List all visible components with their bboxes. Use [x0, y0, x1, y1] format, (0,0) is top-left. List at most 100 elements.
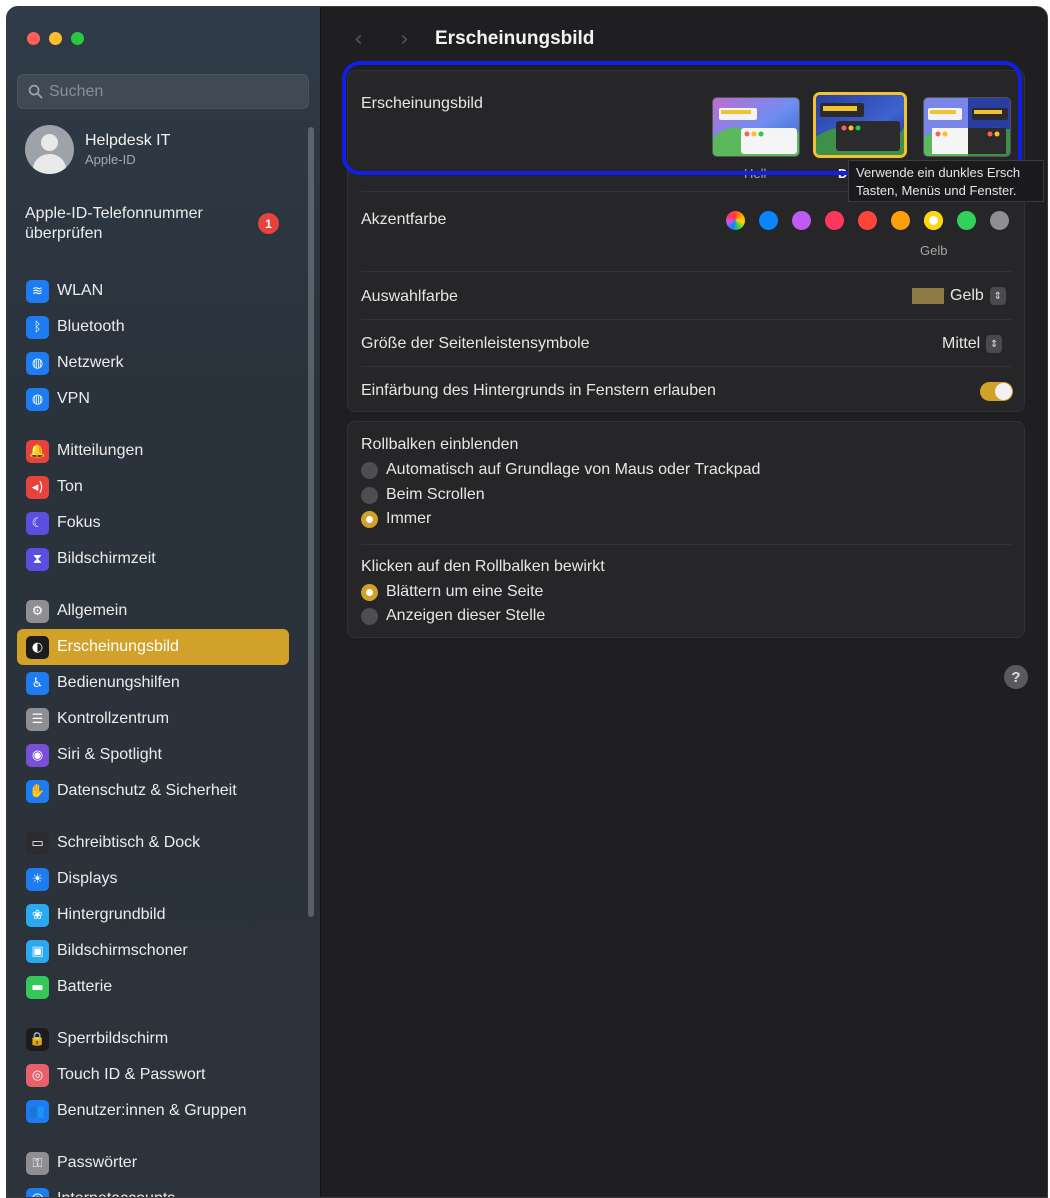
radio-selected-icon: [361, 583, 378, 601]
sidebar-item-label: WLAN: [57, 282, 104, 299]
help-button[interactable]: ?: [1004, 665, 1028, 689]
search-field[interactable]: [17, 74, 309, 109]
sidebar-item-allgemein[interactable]: ⚙ Allgemein: [17, 593, 289, 629]
appearance-dark-option[interactable]: [813, 92, 907, 158]
sidebar-item-hintergrundbild[interactable]: ❀ Hintergrundbild: [17, 897, 289, 933]
sidebar-item-label: Ton: [57, 478, 83, 495]
sidebar-item-displays[interactable]: ☀ Displays: [17, 861, 289, 897]
notice-line-2: überprüfen: [25, 225, 103, 242]
bell-icon: 🔔: [26, 439, 49, 463]
sidebar-icon-size-popup[interactable]: Mittel ⇕: [942, 335, 1003, 353]
wallpaper-tinting-toggle[interactable]: [980, 382, 1013, 401]
auto-preview-icon: [924, 98, 1010, 156]
sidebar-item-batterie[interactable]: ▬ Batterie: [17, 969, 289, 1005]
sidebar-item-label: Internetaccounts: [57, 1190, 175, 1197]
sidebar-item-internetaccounts[interactable]: @ Internetaccounts: [17, 1181, 289, 1197]
sidebar-item-passwörter[interactable]: ⚿ Passwörter: [17, 1145, 289, 1181]
close-window-button[interactable]: [27, 32, 40, 45]
accent-color-swatch[interactable]: [792, 211, 811, 230]
sidebar-item-bluetooth[interactable]: ᛒ Bluetooth: [17, 309, 289, 345]
sidebar-item-label: VPN: [57, 390, 90, 407]
accent-color-selected-label: Gelb: [920, 243, 948, 258]
sidebar-item-netzwerk[interactable]: ◍ Netzwerk: [17, 345, 289, 381]
sidebar-item-sperrbildschirm[interactable]: 🔒 Sperrbildschirm: [17, 1021, 289, 1057]
popup-chevron-icon: ⇕: [986, 335, 1003, 353]
sidebar-item-siri-spotlight[interactable]: ◉ Siri & Spotlight: [17, 737, 289, 773]
jump-next-page-radio[interactable]: Blättern um eine Seite: [361, 583, 543, 601]
dock-icon: ▭: [26, 831, 49, 855]
sidebar-item-label: Sperrbildschirm: [57, 1030, 169, 1047]
forward-chevron-icon[interactable]: ›: [400, 27, 409, 52]
zoom-window-button[interactable]: [71, 32, 84, 45]
wifi-icon: ≋: [26, 279, 49, 303]
appearance-light-label: Hell: [744, 166, 767, 181]
sidebar-item-label: Fokus: [57, 514, 101, 531]
avatar: [25, 125, 74, 174]
search-icon: [28, 84, 43, 99]
sidebar-item-bedienungshilfen[interactable]: ♿ Bedienungshilfen: [17, 665, 289, 701]
sidebar-item-schreibtisch-dock[interactable]: ▭ Schreibtisch & Dock: [17, 825, 289, 861]
sidebar-item-label: Kontrollzentrum: [57, 710, 170, 727]
scrollbar-panel: Rollbalken einblenden Automatisch auf Gr…: [347, 421, 1025, 638]
highlight-color-swatch: [912, 288, 944, 304]
search-input[interactable]: [49, 82, 289, 101]
at-icon: @: [26, 1187, 49, 1197]
accent-color-swatch[interactable]: [825, 211, 844, 230]
accent-color-swatch[interactable]: [990, 211, 1009, 230]
appearance-light-option[interactable]: [712, 97, 800, 157]
highlight-color-popup[interactable]: Gelb ⇕: [912, 287, 1006, 305]
accent-color-swatch[interactable]: [858, 211, 877, 230]
sidebar-item-bildschirmschoner[interactable]: ▣ Bildschirmschoner: [17, 933, 289, 969]
sidebar-icon-size-value: Mittel: [942, 335, 981, 352]
accent-color-swatch[interactable]: [891, 211, 910, 230]
scrollbars-automatic-radio[interactable]: Automatisch auf Grundlage von Maus oder …: [361, 461, 760, 479]
apple-id-notice[interactable]: Apple-ID-Telefonnummer überprüfen: [25, 204, 285, 244]
radio-label: Anzeigen dieser Stelle: [386, 607, 546, 624]
key-icon: ⚿: [26, 1151, 49, 1175]
accent-color-swatch[interactable]: [957, 211, 976, 230]
accent-color-swatch[interactable]: [924, 211, 943, 230]
scrollbars-when-scrolling-radio[interactable]: Beim Scrollen: [361, 486, 485, 504]
sidebar-item-label: Allgemein: [57, 602, 128, 619]
back-chevron-icon[interactable]: ‹: [354, 27, 363, 52]
divider: [361, 271, 1011, 272]
appearance-auto-option[interactable]: [923, 97, 1011, 157]
sidebar-item-label: Bluetooth: [57, 318, 125, 335]
sidebar-item-label: Erscheinungsbild: [57, 638, 179, 655]
control-center-icon: ☰: [26, 707, 49, 731]
apple-id-profile[interactable]: Helpdesk IT Apple-ID: [25, 125, 170, 174]
sidebar-item-label: Bildschirmschoner: [57, 942, 188, 959]
sidebar-group: ⚙ Allgemein ◐ Erscheinungsbild ♿ Bedienungshi…: [17, 593, 289, 809]
radio-selected-icon: [361, 510, 378, 528]
sidebar-item-label: Passwörter: [57, 1154, 138, 1171]
sidebar-item-fokus[interactable]: ☾ Fokus: [17, 505, 289, 541]
minimize-window-button[interactable]: [49, 32, 62, 45]
scrollbars-always-radio[interactable]: Immer: [361, 510, 431, 528]
sidebar-item-touch-id-passwort[interactable]: ◎ Touch ID & Passwort: [17, 1057, 289, 1093]
sidebar-scrollbar[interactable]: [308, 127, 314, 917]
page-title: Erscheinungsbild: [435, 28, 595, 49]
sidebar-item-erscheinungsbild[interactable]: ◐ Erscheinungsbild: [17, 629, 289, 665]
accent-color-swatch[interactable]: [726, 211, 745, 230]
profile-subtitle: Apple-ID: [85, 152, 136, 167]
sidebar-group: ⚿ Passwörter @ Internetaccounts: [17, 1145, 289, 1197]
accent-color-swatch[interactable]: [759, 211, 778, 230]
appearance-label: Erscheinungsbild: [361, 95, 483, 112]
sidebar-item-benutzer-innen-gruppen[interactable]: 👥 Benutzer:innen & Gruppen: [17, 1093, 289, 1129]
sidebar-item-bildschirmzeit[interactable]: ⧗ Bildschirmzeit: [17, 541, 289, 577]
dark-preview-icon: [816, 95, 904, 155]
sidebar-item-label: Hintergrundbild: [57, 906, 166, 923]
sidebar-item-label: Touch ID & Passwort: [57, 1066, 206, 1083]
sidebar-icon-size-label: Größe der Seitenleistensymbole: [361, 335, 590, 352]
sidebar-item-label: Displays: [57, 870, 118, 887]
sidebar-item-ton[interactable]: ◂) Ton: [17, 469, 289, 505]
radio-label: Blättern um eine Seite: [386, 583, 544, 600]
sidebar-item-wlan[interactable]: ≋ WLAN: [17, 273, 289, 309]
sidebar-item-vpn[interactable]: ◍ VPN: [17, 381, 289, 417]
appearance-icon: ◐: [26, 635, 49, 659]
jump-to-spot-radio[interactable]: Anzeigen dieser Stelle: [361, 607, 545, 625]
sidebar-item-mitteilungen[interactable]: 🔔 Mitteilungen: [17, 433, 289, 469]
sidebar-item-kontrollzentrum[interactable]: ☰ Kontrollzentrum: [17, 701, 289, 737]
sidebar-item-datenschutz-sicherheit[interactable]: ✋ Datenschutz & Sicherheit: [17, 773, 289, 809]
popup-chevron-icon: ⇕: [989, 287, 1006, 305]
